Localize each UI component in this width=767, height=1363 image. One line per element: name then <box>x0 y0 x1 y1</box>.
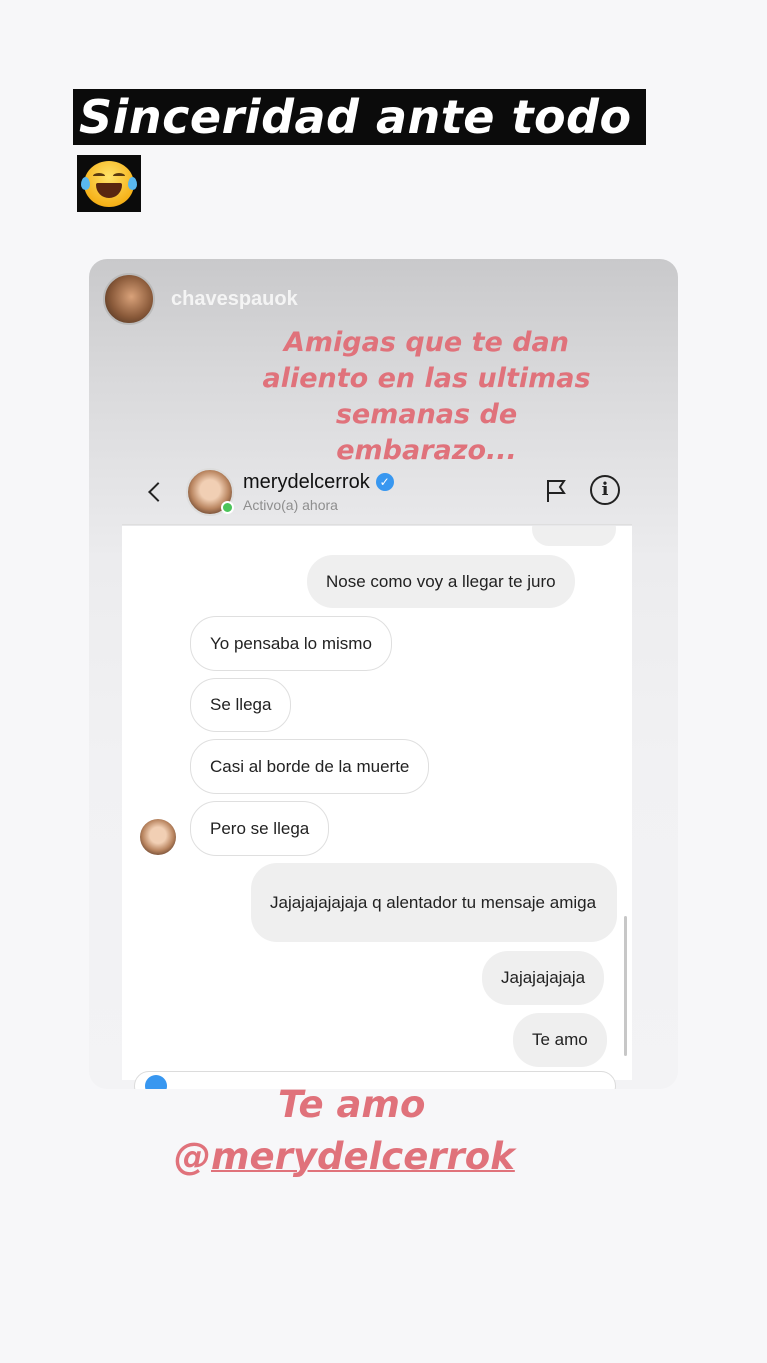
sender-avatar[interactable] <box>140 819 176 855</box>
message-text: Yo pensaba lo mismo <box>210 633 372 653</box>
dm-header: merydelcerrok ✓ Activo(a) ahora i <box>122 459 632 525</box>
message-bubble-incoming[interactable]: Casi al borde de la muerte <box>190 739 430 794</box>
shared-story-card[interactable]: chavespauok Amigas que te dan aliento en… <box>89 259 678 1089</box>
camera-icon[interactable] <box>145 1075 167 1089</box>
footer-text: Te amo <box>278 1083 426 1126</box>
poster-avatar[interactable] <box>103 273 155 325</box>
mention-username[interactable]: merydelcerrok <box>211 1135 515 1178</box>
verified-badge-icon: ✓ <box>375 473 394 491</box>
caption-line: Amigas que te dan <box>284 327 569 358</box>
message-text: Jajajajajaja <box>501 968 586 987</box>
message-bubble-incoming[interactable]: Se llega <box>190 678 292 732</box>
message-bubble-incoming[interactable]: Yo pensaba lo mismo <box>190 616 392 671</box>
mention-at: @ <box>174 1135 211 1178</box>
message-bubble-outgoing[interactable]: Nose como voy a llegar te juro <box>307 555 575 608</box>
poster-username[interactable]: chavespauok <box>171 288 298 311</box>
story-title: Sinceridad ante todo <box>73 89 646 145</box>
contact-name[interactable]: merydelcerrok <box>243 471 370 494</box>
contact-meta[interactable]: merydelcerrok ✓ Activo(a) ahora <box>243 471 394 513</box>
message-text: Se llega <box>210 695 272 714</box>
message-text: Casi al borde de la muerte <box>210 756 410 776</box>
message-bubble-partial <box>532 526 616 546</box>
emoji-sticker <box>77 155 141 212</box>
message-text: Pero se llega <box>210 818 310 838</box>
poster-header[interactable]: chavespauok <box>103 273 298 325</box>
scrollbar[interactable] <box>624 916 627 1056</box>
flag-icon[interactable] <box>542 477 570 505</box>
contact-status: Activo(a) ahora <box>243 496 338 513</box>
online-status-icon <box>221 500 234 514</box>
message-bubble-outgoing[interactable]: Jajajajajajaja q alentador tu mensaje am… <box>251 863 617 942</box>
message-text: Jajajajajajaja q alentador tu mensaje am… <box>270 892 597 912</box>
message-text: Nose como voy a llegar te juro <box>326 571 556 591</box>
info-icon[interactable]: i <box>590 475 620 505</box>
message-text: Te amo <box>532 1030 588 1049</box>
message-bubble-incoming[interactable]: Pero se llega <box>190 801 330 856</box>
contact-avatar[interactable] <box>186 467 234 516</box>
caption-line: aliento en las ultimas <box>262 363 591 394</box>
caption-line: semanas de <box>335 399 518 430</box>
chat-thread[interactable]: Nose como voy a llegar te juro Yo pensab… <box>122 526 632 1080</box>
back-chevron-icon[interactable] <box>142 477 172 507</box>
story-caption: Amigas que te dan aliento en las ultimas… <box>239 325 614 469</box>
mention-sticker[interactable]: @merydelcerrok <box>174 1135 515 1178</box>
face-with-tears-of-joy-icon <box>81 160 137 207</box>
message-bubble-outgoing[interactable]: Jajajajajaja <box>482 951 605 1005</box>
message-bubble-outgoing[interactable]: Te amo <box>513 1013 607 1067</box>
